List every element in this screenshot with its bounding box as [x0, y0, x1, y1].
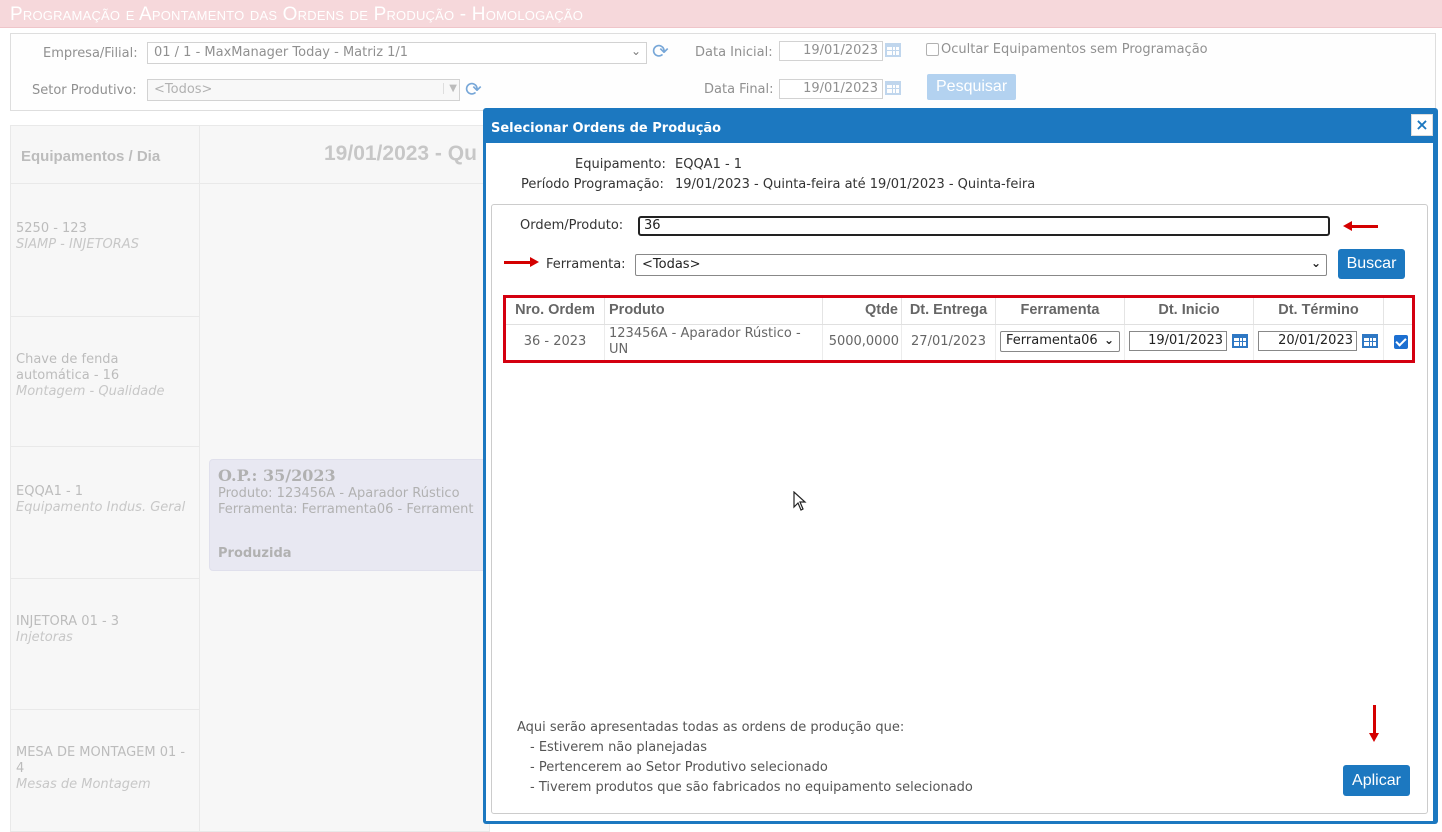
- refresh-icon[interactable]: ⟳: [652, 41, 669, 61]
- ocultar-label: Ocultar Equipamentos sem Programação: [941, 42, 1208, 57]
- chevron-down-icon: ▼: [443, 83, 457, 94]
- col-dt-inicio: Dt. Inicio: [1125, 298, 1254, 324]
- op-card[interactable]: O.P.: 35/2023 Produto: 123456A - Aparado…: [209, 459, 499, 571]
- ferramenta-label: Ferramenta:: [546, 257, 626, 272]
- cell-nro-ordem: 36 - 2023: [506, 325, 605, 360]
- close-icon[interactable]: ×: [1411, 114, 1433, 136]
- calendar-icon[interactable]: [885, 79, 901, 95]
- annotation-arrow: [1369, 705, 1379, 742]
- annotation-arrow: [1343, 221, 1378, 231]
- modal-body: Equipamento: EQQA1 - 1 Período Programaç…: [486, 143, 1433, 821]
- calendar-icon[interactable]: [1232, 332, 1248, 348]
- col-produto: Produto: [605, 298, 823, 324]
- aplicar-button[interactable]: Aplicar: [1343, 765, 1410, 796]
- col-ferramenta: Ferramenta: [996, 298, 1125, 324]
- equipment-type: SIAMP - INJETORAS: [16, 237, 139, 252]
- op-card-status: Produzida: [218, 546, 292, 561]
- cell-dt-entrega: 27/01/2023: [902, 325, 996, 360]
- notes-intro: Aqui serão apresentadas todas as ordens …: [517, 720, 905, 735]
- title-bar: Programação e Apontamento das Ordens de …: [0, 0, 1442, 28]
- op-card-ferramenta: Ferramenta: Ferramenta06 - Ferrament: [218, 502, 474, 517]
- empresa-select[interactable]: 01 / 1 - MaxManager Today - Matriz 1/1 ⌄: [147, 42, 647, 64]
- equipment-row[interactable]: MESA DE MONTAGEM 01 - 4 Mesas de Montagem: [11, 711, 199, 832]
- equipment-name: INJETORA 01 - 3: [16, 614, 120, 629]
- notes-item: - Tiverem produtos que são fabricados no…: [530, 780, 973, 795]
- col-dt-entrega: Dt. Entrega: [902, 298, 996, 324]
- setor-select-value: <Todos>: [154, 82, 213, 97]
- equipment-type: Montagem - Qualidade: [16, 384, 165, 399]
- grid-header: Equipamentos / Dia 19/01/2023 - Qu: [11, 126, 489, 184]
- page: Programação e Apontamento das Ordens de …: [0, 0, 1442, 832]
- row-ferramenta-select[interactable]: Ferramenta06 ⌄: [1000, 331, 1120, 352]
- col-nro-ordem: Nro. Ordem: [506, 298, 605, 324]
- data-inicial-label: Data Inicial:: [695, 45, 773, 60]
- dt-termino-input[interactable]: 20/01/2023: [1258, 331, 1357, 351]
- cell-produto-line1: 123456A - Aparador Rústico -: [609, 326, 801, 341]
- col-qtde: Qtde: [823, 298, 902, 324]
- row-select-checkbox[interactable]: [1394, 335, 1408, 349]
- schedule-grid: Equipamentos / Dia 19/01/2023 - Qu 5250 …: [10, 125, 499, 832]
- calendar-icon[interactable]: [885, 41, 901, 57]
- select-orders-modal: Selecionar Ordens de Produção × Equipame…: [483, 108, 1438, 824]
- data-final-input[interactable]: 19/01/2023: [779, 79, 883, 99]
- equipment-row[interactable]: EQQA1 - 1 Equipamento Indus. Geral: [11, 448, 199, 579]
- equipment-type: Injetoras: [16, 630, 73, 645]
- op-card-produto: Produto: 123456A - Aparador Rústico: [218, 486, 460, 501]
- calendar-icon[interactable]: [1362, 332, 1378, 348]
- ordem-produto-input[interactable]: 36: [638, 216, 1330, 236]
- equipment-name: EQQA1 - 1: [16, 484, 84, 499]
- mouse-cursor-icon: [793, 491, 807, 511]
- op-card-title: O.P.: 35/2023: [218, 466, 336, 485]
- orders-table: Nro. Ordem Produto Qtde Dt. Entrega Ferr…: [503, 295, 1415, 363]
- ocultar-checkbox[interactable]: [926, 43, 939, 56]
- ordem-label: Ordem/Produto:: [520, 218, 624, 233]
- empresa-select-value: 01 / 1 - MaxManager Today - Matriz 1/1: [154, 45, 409, 60]
- cell-qtde: 5000,0000: [823, 325, 902, 360]
- equipamento-label: Equipamento:: [575, 157, 666, 172]
- refresh-icon[interactable]: ⟳: [465, 79, 482, 99]
- ferramenta-select[interactable]: <Todas> ⌄: [635, 254, 1327, 276]
- equipment-type: Equipamento Indus. Geral: [16, 500, 186, 515]
- filter-panel: Empresa/Filial: 01 / 1 - MaxManager Toda…: [10, 33, 1436, 111]
- equipment-type: Mesas de Montagem: [16, 777, 151, 792]
- cell-produto-line2: UN: [609, 342, 629, 357]
- grid-divider: [199, 126, 200, 831]
- notes-item: - Pertencerem ao Setor Produtivo selecio…: [530, 760, 828, 775]
- col-dt-termino: Dt. Término: [1254, 298, 1384, 324]
- notes-item: - Estiverem não planejadas: [530, 740, 707, 755]
- ferramenta-select-value: <Todas>: [642, 257, 701, 272]
- chevron-down-icon: ⌄: [1310, 256, 1321, 270]
- pesquisar-button[interactable]: Pesquisar: [927, 74, 1017, 100]
- periodo-label: Período Programação:: [521, 177, 664, 192]
- chevron-down-icon: ⌄: [630, 44, 641, 58]
- cell-dt-termino: 20/01/2023: [1254, 325, 1384, 360]
- cell-produto: 123456A - Aparador Rústico - UN: [605, 325, 823, 360]
- page-title: Programação e Apontamento das Ordens de …: [10, 4, 584, 25]
- modal-title: Selecionar Ordens de Produção: [491, 121, 722, 136]
- grid-header-equipamentos: Equipamentos / Dia: [21, 148, 161, 165]
- equipment-row[interactable]: INJETORA 01 - 3 Injetoras: [11, 580, 199, 710]
- equipment-name: MESA DE MONTAGEM 01 - 4: [16, 745, 186, 776]
- row-ferramenta-value: Ferramenta06: [1006, 333, 1098, 348]
- data-final-label: Data Final:: [704, 82, 774, 97]
- equipamento-value: EQQA1 - 1: [675, 157, 743, 172]
- equipment-name: 5250 - 123: [16, 221, 87, 236]
- empresa-label: Empresa/Filial:: [43, 46, 138, 61]
- cell-ferramenta: Ferramenta06 ⌄: [996, 325, 1125, 360]
- equipment-name: Chave de fenda automática - 16: [16, 352, 120, 383]
- grid-header-day: 19/01/2023 - Qu: [324, 142, 477, 165]
- equipment-row[interactable]: Chave de fenda automática - 16 Montagem -…: [11, 318, 199, 447]
- annotation-arrow: [504, 257, 539, 267]
- setor-select[interactable]: <Todos> ▼: [147, 79, 460, 101]
- chevron-down-icon: ⌄: [1101, 333, 1114, 347]
- info-notes: Aqui serão apresentadas todas as ordens …: [517, 718, 973, 798]
- equipment-row[interactable]: 5250 - 123 SIAMP - INJETORAS: [11, 185, 199, 317]
- periodo-value: 19/01/2023 - Quinta-feira até 19/01/2023…: [675, 177, 1036, 192]
- cell-dt-inicio: 19/01/2023: [1125, 325, 1254, 360]
- setor-label: Setor Produtivo:: [32, 83, 137, 98]
- data-inicial-input[interactable]: 19/01/2023: [779, 41, 883, 61]
- dt-inicio-input[interactable]: 19/01/2023: [1129, 331, 1227, 351]
- buscar-button[interactable]: Buscar: [1338, 249, 1405, 279]
